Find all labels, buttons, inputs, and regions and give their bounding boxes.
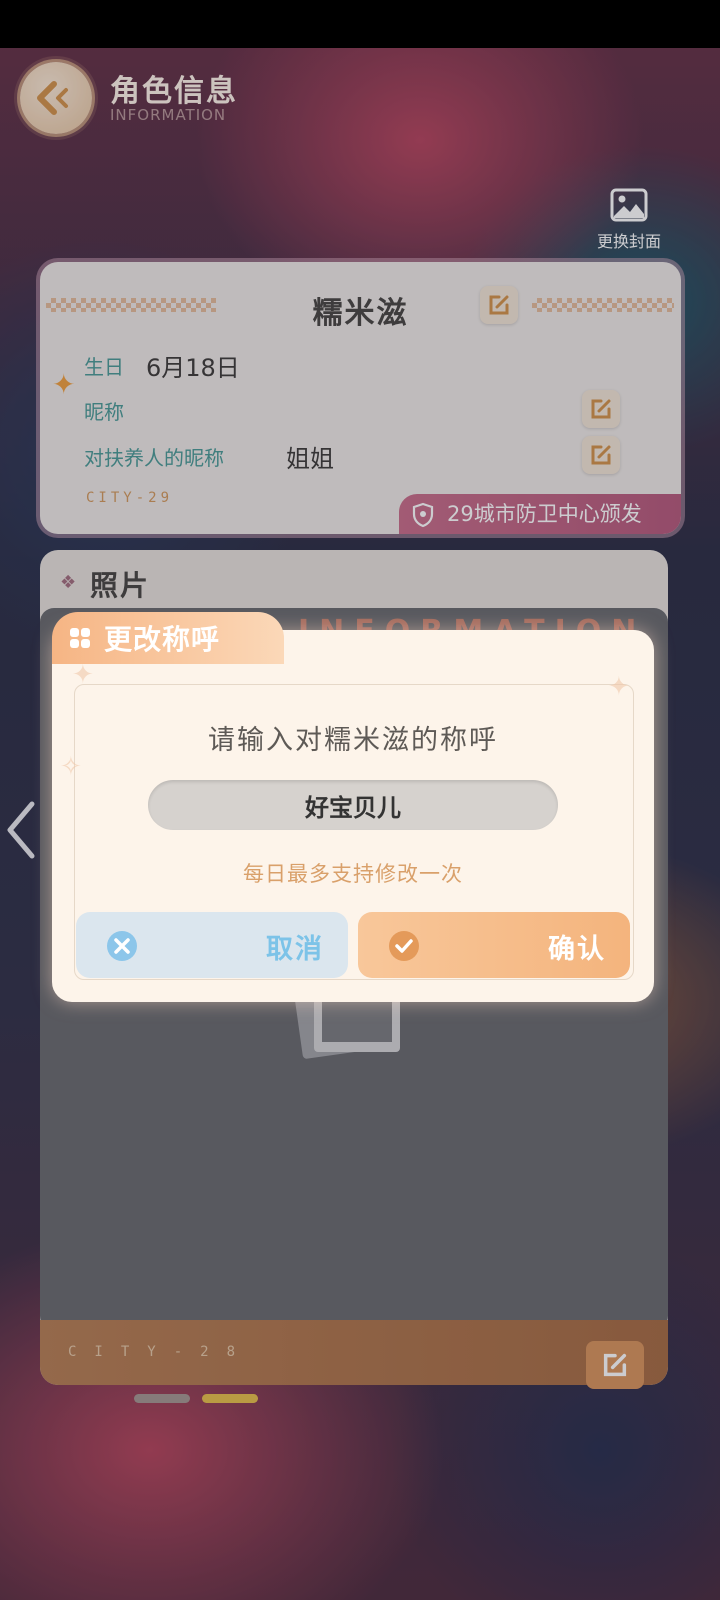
confirm-label: 确认 xyxy=(548,934,606,965)
dialog-title: 更改称呼 xyxy=(104,623,221,656)
dialog-hint: 每日最多支持修改一次 xyxy=(243,862,463,886)
nickname-input[interactable] xyxy=(148,780,558,830)
change-nickname-dialog: ✦ ✦ ✧ 请输入对糯米滋的称呼 每日最多支持修改一次 取消 确认 xyxy=(52,630,654,1002)
dialog-title-tab: 更改称呼 xyxy=(52,612,284,664)
status-bar xyxy=(0,0,720,48)
close-icon xyxy=(107,931,137,961)
sparkle-icon: ✦ xyxy=(72,660,94,690)
grid-icon xyxy=(70,628,90,648)
check-icon xyxy=(389,931,419,961)
dialog-prompt: 请输入对糯米滋的称呼 xyxy=(208,725,498,756)
cancel-button[interactable]: 取消 xyxy=(76,912,348,978)
cancel-label: 取消 xyxy=(266,934,324,965)
confirm-button[interactable]: 确认 xyxy=(358,912,630,978)
sparkle-icon: ✦ xyxy=(608,672,630,702)
